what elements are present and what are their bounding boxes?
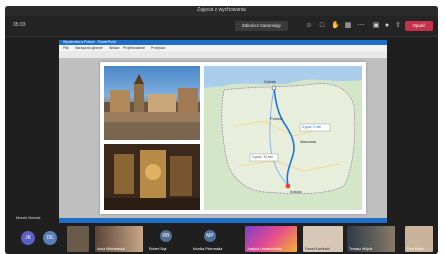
leave-button[interactable]: Opuść (405, 21, 433, 31)
view-icon[interactable]: ▦ (344, 22, 352, 30)
video-tile[interactable]: RB Robert Bąk (147, 226, 187, 252)
people-icon[interactable]: ☺ (305, 22, 313, 30)
map-city-krakow: Kraków (290, 190, 302, 194)
ppt-status-bar (59, 218, 387, 223)
participants-strip: JK DE Anna Wiśniewska RB Robert Bąk MP M… (5, 224, 438, 254)
interior-photo (104, 144, 200, 210)
route-map[interactable]: Polska Gdańsk Warszawa Kraków 6 godz. 2 … (204, 66, 362, 210)
town-square-photo (104, 66, 200, 140)
share-icon[interactable]: ⇧ (394, 22, 402, 30)
slide: Polska Gdańsk Warszawa Kraków 6 godz. 2 … (100, 62, 366, 214)
teams-window: Zajęcia z wychowania 35:03 Zakończ trans… (5, 6, 438, 254)
route-label-primary: 6 godz. 2 min (302, 125, 322, 129)
video-tile[interactable]: MP Monika Piotrowska (191, 226, 231, 252)
participant-name: Tomasz Wójcik (349, 247, 373, 251)
window-title: Zajęcia z wychowania (197, 7, 246, 13)
participant-name: Anna Wiśniewska (97, 247, 125, 251)
avatar: RB (160, 230, 172, 242)
video-tile[interactable]: Paweł Kamiński (303, 226, 343, 252)
map-city-warszawa: Warszawa (300, 140, 317, 144)
more-icon[interactable]: ⋯ (357, 22, 365, 30)
video-tile[interactable]: Ewa Mazur (405, 226, 433, 252)
mic-icon[interactable]: ● (383, 22, 391, 30)
meeting-toolbar: 35:03 Zakończ transmisję ☺ □ ✋ ▦ ⋯ ▣ ● ⇧… (5, 16, 438, 37)
meeting-timer: 35:03 (13, 22, 26, 28)
video-tile[interactable]: Tomasz Wójcik (347, 226, 395, 252)
title-bar: Zajęcia z wychowania (5, 6, 438, 16)
video-tile[interactable]: Anna Wiśniewska (95, 226, 143, 252)
avatar: MP (204, 230, 216, 242)
presenter-name: Marek Nowak (16, 215, 41, 220)
route-label-alternative: 4 godz. 34 min (252, 155, 273, 159)
video-tile[interactable]: Justyna Lewandowska (245, 226, 297, 252)
participant-name: Paweł Kamiński (305, 247, 330, 251)
participant-name: Robert Bąk (149, 247, 167, 251)
chat-icon[interactable]: □ (318, 22, 326, 30)
participant-name: Monika Piotrowska (193, 247, 223, 251)
map-city-gdansk: Gdańsk (264, 80, 277, 84)
shared-screen: Wycieczka w Polsce - PowerPoint Plik Nar… (59, 40, 387, 223)
camera-icon[interactable]: ▣ (372, 22, 380, 30)
end-live-button[interactable]: Zakończ transmisję (235, 21, 288, 31)
participant-name: Ewa Mazur (407, 247, 425, 251)
video-tile[interactable] (67, 226, 89, 252)
ppt-canvas: Polska Gdańsk Warszawa Kraków 6 godz. 2 … (59, 58, 387, 218)
avatar[interactable]: DE (43, 231, 57, 245)
avatar[interactable]: JK (21, 231, 35, 245)
map-country-label: Polska (270, 116, 283, 121)
participant-name: Justyna Lewandowska (247, 247, 283, 251)
raise-hand-icon[interactable]: ✋ (331, 22, 340, 30)
